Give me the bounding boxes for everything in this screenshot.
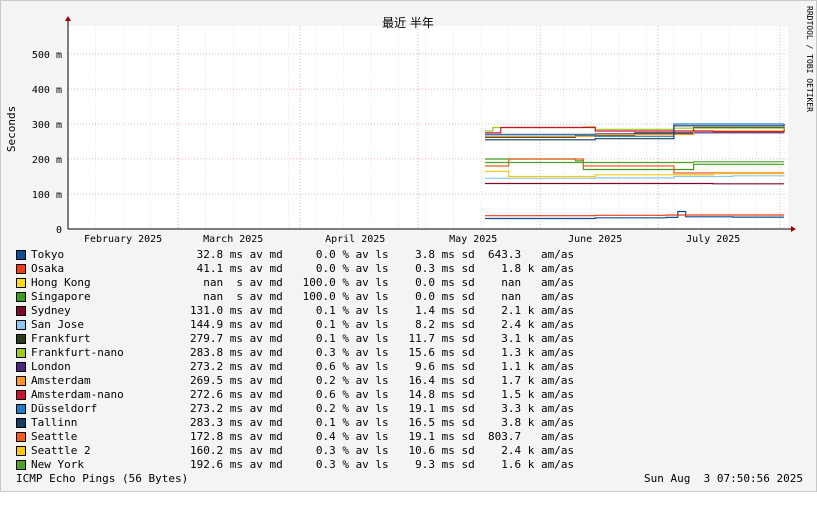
chart-svg: 0 100 m 200 m 300 m 400 m 500 m February 2025 M… [1, 1, 816, 246]
legend-swatch [16, 460, 26, 470]
y-tick-label: 200 m [32, 155, 62, 166]
legend-row: New York 192.6 ms av md 0.3 % av ls 9.3 m… [16, 458, 806, 472]
legend-row: Frankfurt 279.7 ms av md 0.1 % av ls 11.7… [16, 332, 806, 346]
legend-name: Tallinn [31, 416, 77, 430]
legend-stats: 283.8 ms av md 0.3 % av ls 15.6 ms sd 1.… [190, 346, 574, 360]
legend-stats: 273.2 ms av md 0.2 % av ls 19.1 ms sd 3.… [190, 402, 574, 416]
legend-row: Seattle 2 160.2 ms av md 0.3 % av ls 10.6… [16, 444, 806, 458]
legend-stats: nan s av md 100.0 % av ls 0.0 ms sd nan … [190, 290, 574, 304]
legend-swatch [16, 250, 26, 260]
legend-stats: 172.8 ms av md 0.4 % av ls 19.1 ms sd 80… [190, 430, 574, 444]
watermark: RRDTOOL / TOBI OETIKER [805, 6, 814, 112]
legend-swatch [16, 278, 26, 288]
legend-swatch [16, 320, 26, 330]
legend-row: London 273.2 ms av md 0.6 % av ls 9.6 ms … [16, 360, 806, 374]
y-tick-label: 400 m [32, 85, 62, 96]
legend-swatch [16, 418, 26, 428]
legend-stats: 131.0 ms av md 0.1 % av ls 1.4 ms sd 2.1… [190, 304, 574, 318]
legend-name: Frankfurt-nano [31, 346, 124, 360]
x-tick-label: March 2025 [203, 234, 263, 245]
legend-stats: 272.6 ms av md 0.6 % av ls 14.8 ms sd 1.… [190, 388, 574, 402]
legend-swatch [16, 306, 26, 316]
series-line-new-york [485, 162, 784, 163]
legend-name: Osaka [31, 262, 64, 276]
legend-stats: 41.1 ms av md 0.0 % av ls 0.3 ms sd 1.8 … [190, 262, 574, 276]
legend: Tokyo 32.8 ms av md 0.0 % av ls 3.8 ms s… [16, 248, 806, 472]
legend-stats: 192.6 ms av md 0.3 % av ls 9.3 ms sd 1.6… [190, 458, 574, 472]
legend-name: San Jose [31, 318, 84, 332]
legend-name: Seattle [31, 430, 77, 444]
y-axis-arrow [65, 16, 71, 21]
legend-row: Frankfurt-nano 283.8 ms av md 0.3 % av ls… [16, 346, 806, 360]
x-tick-label: June 2025 [568, 234, 622, 245]
legend-name: Singapore [31, 290, 91, 304]
legend-row: Hong Kong nan s av md 100.0 % av ls 0.0 … [16, 276, 806, 290]
legend-name: New York [31, 458, 84, 472]
legend-row: Amsterdam-nano 272.6 ms av md 0.6 % av ls… [16, 388, 806, 402]
y-tick-label: 100 m [32, 190, 62, 201]
legend-swatch [16, 432, 26, 442]
x-tick-label: May 2025 [449, 234, 497, 245]
legend-swatch [16, 362, 26, 372]
legend-name: Sydney [31, 304, 71, 318]
legend-stats: 269.5 ms av md 0.2 % av ls 16.4 ms sd 1.… [190, 374, 574, 388]
legend-swatch [16, 376, 26, 386]
y-tick-label: 300 m [32, 120, 62, 131]
legend-row: Osaka 41.1 ms av md 0.0 % av ls 0.3 ms s… [16, 262, 806, 276]
legend-row: Singapore nan s av md 100.0 % av ls 0.0 … [16, 290, 806, 304]
legend-row: Amsterdam 269.5 ms av md 0.2 % av ls 16.4… [16, 374, 806, 388]
legend-name: Amsterdam-nano [31, 388, 124, 402]
x-tick-label: April 2025 [325, 234, 385, 245]
legend-row: Düsseldorf 273.2 ms av md 0.2 % av ls 19.… [16, 402, 806, 416]
legend-name: Frankfurt [31, 332, 91, 346]
legend-row: Seattle 172.8 ms av md 0.4 % av ls 19.1 m… [16, 430, 806, 444]
footer: ICMP Echo Pings (56 Bytes) Sun Aug 3 07:… [16, 472, 803, 528]
y-tick-label: 500 m [32, 50, 62, 61]
legend-stats: nan s av md 100.0 % av ls 0.0 ms sd nan … [190, 276, 574, 290]
legend-swatch [16, 292, 26, 302]
x-axis-arrow [791, 226, 796, 232]
legend-name: Tokyo [31, 248, 64, 262]
y-tick-label: 0 [56, 225, 62, 236]
legend-swatch [16, 446, 26, 456]
footer-timestamp: Sun Aug 3 07:50:56 2025 [644, 472, 803, 486]
legend-row: Sydney 131.0 ms av md 0.1 % av ls 1.4 ms … [16, 304, 806, 318]
legend-stats: 144.9 ms av md 0.1 % av ls 8.2 ms sd 2.4… [190, 318, 574, 332]
legend-stats: 160.2 ms av md 0.3 % av ls 10.6 ms sd 2.… [190, 444, 574, 458]
legend-stats: 283.3 ms av md 0.1 % av ls 16.5 ms sd 3.… [190, 416, 574, 430]
legend-swatch [16, 390, 26, 400]
x-tick-label: February 2025 [84, 234, 162, 245]
x-tick-label: July 2025 [686, 234, 740, 245]
legend-swatch [16, 334, 26, 344]
legend-name: Hong Kong [31, 276, 91, 290]
legend-row: San Jose 144.9 ms av md 0.1 % av ls 8.2 m… [16, 318, 806, 332]
legend-stats: 273.2 ms av md 0.6 % av ls 9.6 ms sd 1.1… [190, 360, 574, 374]
legend-name: London [31, 360, 71, 374]
legend-name: Düsseldorf [31, 402, 97, 416]
legend-name: Seattle 2 [31, 444, 91, 458]
legend-stats: 32.8 ms av md 0.0 % av ls 3.8 ms sd 643.… [190, 248, 574, 262]
legend-stats: 279.7 ms av md 0.1 % av ls 11.7 ms sd 3.… [190, 332, 574, 346]
footer-probe-label: ICMP Echo Pings (56 Bytes) [16, 472, 188, 486]
series-line-osaka [485, 215, 784, 216]
y-axis-label: Seconds [5, 106, 18, 152]
plot-area [68, 26, 788, 229]
legend-swatch [16, 264, 26, 274]
legend-swatch [16, 404, 26, 414]
graph-frame: 0 100 m 200 m 300 m 400 m 500 m February 2025 M… [0, 0, 817, 492]
legend-swatch [16, 348, 26, 358]
legend-row: Tallinn 283.3 ms av md 0.1 % av ls 16.5 m… [16, 416, 806, 430]
chart-title: 最近 半年 [382, 16, 434, 30]
legend-row: Tokyo 32.8 ms av md 0.0 % av ls 3.8 ms s… [16, 248, 806, 262]
legend-name: Amsterdam [31, 374, 91, 388]
